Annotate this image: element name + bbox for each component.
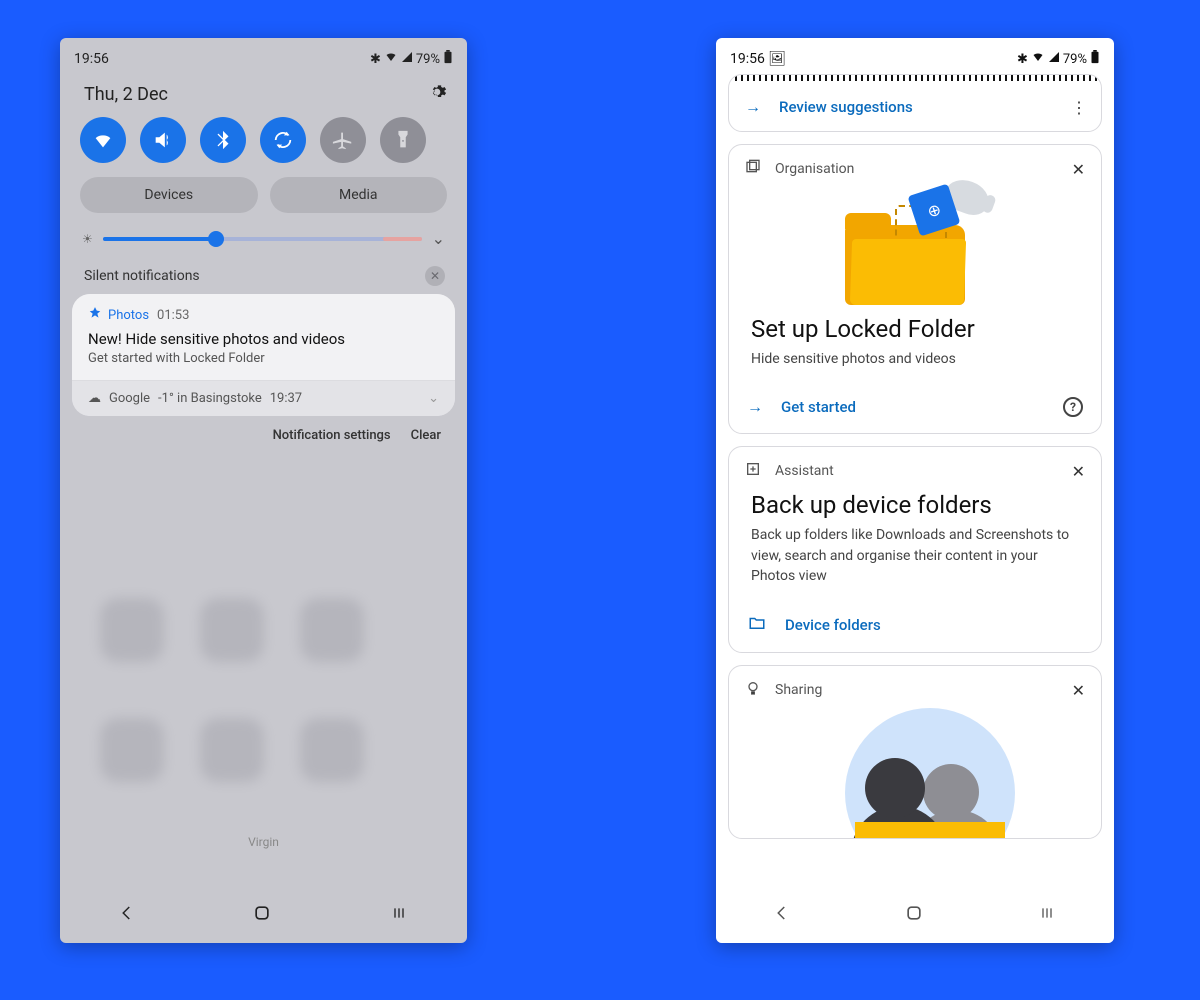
folder-icon: [747, 614, 767, 636]
status-bar: 19:56 🖼 ✱ 79%: [716, 38, 1114, 74]
sound-toggle[interactable]: [140, 117, 186, 163]
wifi-icon: [384, 51, 398, 67]
notif-app-name: Photos: [108, 308, 149, 323]
home-button[interactable]: [252, 903, 272, 927]
locked-folder-card: Organisation ✕ ⊕ Set up Locked Folder Hi…: [728, 144, 1102, 434]
recents-button[interactable]: [389, 905, 409, 925]
rotate-toggle[interactable]: [260, 117, 306, 163]
weather-notification[interactable]: ☁ Google -1° in Basingstoke 19:37 ⌄: [72, 381, 455, 416]
assistant-icon: [745, 461, 761, 481]
signal-icon: [1048, 51, 1060, 67]
brightness-row: ☀ ⌄: [60, 229, 467, 262]
notif-time: 01:53: [157, 308, 189, 323]
folder-illustration: ⊕: [729, 187, 1101, 313]
status-time-group: 19:56 🖼: [730, 51, 786, 67]
bluetooth-toggle[interactable]: [200, 117, 246, 163]
clear-notifications-link[interactable]: Clear: [411, 428, 441, 443]
carrier-label: Virgin: [60, 835, 467, 849]
dismiss-card-icon[interactable]: ✕: [1072, 681, 1085, 700]
nav-bar: [60, 887, 467, 943]
card-description: Hide sensitive photos and videos: [729, 349, 1101, 387]
card-top-decoration: [729, 75, 1101, 81]
card-title: Set up Locked Folder: [729, 313, 1101, 349]
brightness-icon: ☀: [82, 232, 93, 246]
weather-expand-icon[interactable]: ⌄: [428, 391, 439, 406]
photos-app-icon: [88, 306, 102, 324]
get-started-link[interactable]: Get started: [781, 398, 856, 416]
wifi-icon: [1031, 51, 1045, 67]
card-description: Back up folders like Downloads and Scree…: [729, 525, 1101, 604]
card-category: Assistant: [775, 463, 834, 479]
battery-icon: [443, 50, 453, 68]
back-button[interactable]: [773, 904, 791, 926]
phone-photos-app: 19:56 🖼 ✱ 79% → Review suggestions ⋮ Org…: [716, 38, 1114, 943]
arrow-right-icon: →: [745, 97, 761, 117]
help-icon[interactable]: ?: [1063, 397, 1083, 417]
brightness-expand-icon[interactable]: ⌄: [432, 229, 445, 248]
backup-folders-card: Assistant ✕ Back up device folders Back …: [728, 446, 1102, 653]
nav-bar: [716, 887, 1114, 943]
battery-percent: 79%: [1063, 52, 1087, 67]
flashlight-toggle[interactable]: [380, 117, 426, 163]
photos-notification[interactable]: Photos 01:53 New! Hide sensitive photos …: [72, 294, 455, 381]
wifi-toggle[interactable]: [80, 117, 126, 163]
sharing-card: Sharing ✕: [728, 665, 1102, 839]
shade-date: Thu, 2 Dec: [84, 84, 168, 105]
battery-percent: 79%: [416, 52, 440, 67]
status-icons: ✱ 79%: [370, 50, 453, 68]
notif-title: New! Hide sensitive photos and videos: [88, 330, 439, 348]
settings-gear-icon[interactable]: [427, 82, 447, 107]
phone-notification-shade: 19:56 ✱ 79% Thu, 2 Dec Devices Media ☀ ⌄: [60, 38, 467, 943]
notification-stack: Photos 01:53 New! Hide sensitive photos …: [72, 294, 455, 416]
airplane-toggle[interactable]: [320, 117, 366, 163]
organisation-icon: [745, 159, 761, 179]
weather-time: 19:37: [270, 391, 302, 406]
device-folders-link[interactable]: Device folders: [785, 616, 881, 634]
more-menu-icon[interactable]: ⋮: [1071, 98, 1085, 117]
brightness-slider[interactable]: [103, 237, 422, 241]
recents-button[interactable]: [1037, 905, 1057, 925]
battery-icon: [1090, 50, 1100, 68]
card-title: Back up device folders: [729, 489, 1101, 525]
status-time: 19:56: [730, 51, 765, 67]
review-suggestions-link[interactable]: Review suggestions: [779, 98, 913, 116]
card-category: Organisation: [775, 161, 854, 177]
weather-app: Google: [109, 391, 150, 406]
card-category: Sharing: [775, 682, 822, 698]
sharing-illustration: [815, 708, 1015, 838]
review-suggestions-card: → Review suggestions ⋮: [728, 74, 1102, 132]
arrow-right-icon: →: [747, 397, 763, 417]
status-bar: 19:56 ✱ 79%: [60, 38, 467, 74]
dismiss-card-icon[interactable]: ✕: [1072, 160, 1085, 179]
weather-text: -1° in Basingstoke: [158, 391, 262, 406]
quick-toggles: [60, 117, 467, 177]
picture-icon: 🖼: [768, 51, 786, 67]
bluetooth-icon: ✱: [1017, 52, 1028, 67]
notification-settings-link[interactable]: Notification settings: [273, 428, 391, 443]
media-pill[interactable]: Media: [270, 177, 448, 213]
cloud-icon: ☁: [88, 391, 101, 406]
silent-heading: Silent notifications: [84, 268, 200, 284]
clear-silent-icon[interactable]: ✕: [425, 266, 445, 286]
bluetooth-icon: ✱: [370, 52, 381, 67]
signal-icon: [401, 51, 413, 67]
status-icons: ✱ 79%: [1017, 50, 1100, 68]
sharing-bulb-icon: [745, 680, 761, 700]
dismiss-card-icon[interactable]: ✕: [1072, 462, 1085, 481]
home-button[interactable]: [904, 903, 924, 927]
status-time: 19:56: [74, 51, 109, 67]
notif-subtitle: Get started with Locked Folder: [88, 351, 439, 366]
devices-pill[interactable]: Devices: [80, 177, 258, 213]
back-button[interactable]: [118, 904, 136, 926]
